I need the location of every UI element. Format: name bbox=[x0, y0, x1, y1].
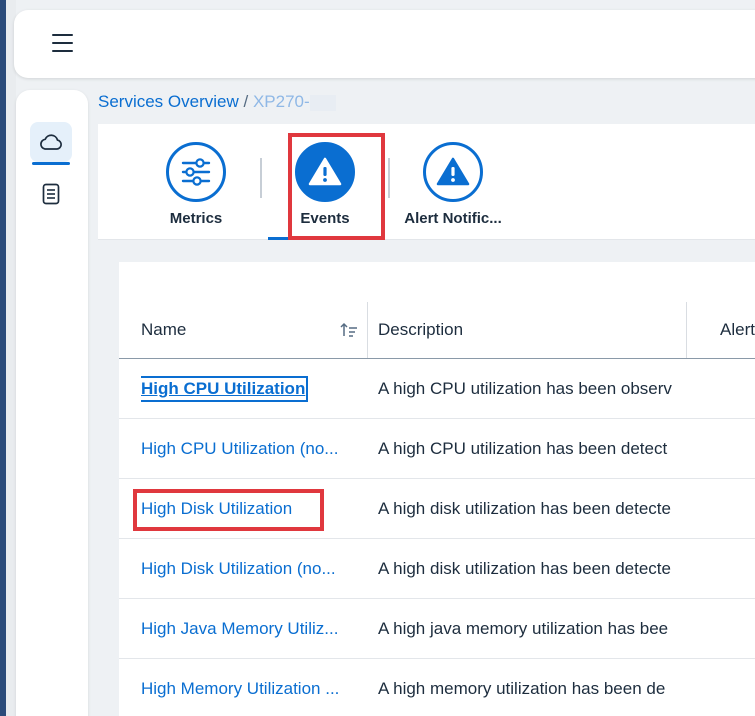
event-description: A high CPU utilization has been observ bbox=[378, 378, 672, 398]
sliders-icon bbox=[181, 158, 211, 186]
nav-item-document[interactable] bbox=[30, 174, 72, 214]
breadcrumb-link-services-overview[interactable]: Services Overview bbox=[98, 92, 239, 111]
column-header-description[interactable]: Description bbox=[378, 302, 463, 358]
tab-events[interactable]: Events bbox=[260, 138, 390, 228]
warning-icon bbox=[308, 157, 342, 186]
breadcrumb: Services Overview / XP270- bbox=[98, 92, 336, 112]
event-name-link[interactable]: High Memory Utilization ... bbox=[141, 659, 361, 716]
document-icon bbox=[42, 183, 60, 205]
event-name-link[interactable]: High CPU Utilization bbox=[141, 359, 361, 418]
table-row[interactable]: High Disk Utilization (no... A high disk… bbox=[119, 539, 755, 599]
tab-events-label: Events bbox=[300, 210, 350, 227]
table-row[interactable]: High Java Memory Utiliz... A high java m… bbox=[119, 599, 755, 659]
column-header-alert[interactable]: Alert bbox=[720, 302, 755, 358]
table-row[interactable]: High CPU Utilization A high CPU utilizat… bbox=[119, 359, 755, 419]
tab-alert-notifications[interactable]: Alert Notific... bbox=[388, 138, 518, 228]
table-row[interactable]: High CPU Utilization (no... A high CPU u… bbox=[119, 419, 755, 479]
event-name-link[interactable]: High CPU Utilization (no... bbox=[141, 419, 361, 478]
table-row[interactable]: High Memory Utilization ... A high memor… bbox=[119, 659, 755, 716]
cloud-icon bbox=[40, 134, 62, 150]
warning-icon bbox=[436, 157, 470, 186]
event-name-link[interactable]: High Java Memory Utiliz... bbox=[141, 599, 361, 658]
tab-metrics-circle bbox=[166, 142, 226, 202]
nav-item-cloud[interactable] bbox=[30, 122, 72, 165]
hamburger-menu-icon[interactable] bbox=[52, 34, 74, 54]
event-description: A high CPU utilization has been detect bbox=[378, 438, 668, 458]
icon-tab-bar: Metrics Events Alert Notific... bbox=[98, 124, 755, 240]
event-name-link[interactable]: High Disk Utilization (no... bbox=[141, 539, 361, 598]
event-description: A high disk utilization has been detecte bbox=[378, 498, 671, 518]
event-description: A high disk utilization has been detecte bbox=[378, 558, 671, 578]
breadcrumb-current: XP270- bbox=[252, 92, 310, 111]
tab-events-circle bbox=[295, 142, 355, 202]
table-header: Name Description Alert bbox=[119, 302, 755, 359]
selected-tab-indicator bbox=[268, 237, 378, 240]
tab-alert-circle bbox=[423, 142, 483, 202]
column-header-name[interactable]: Name bbox=[141, 302, 186, 358]
event-name-link[interactable]: High Disk Utilization bbox=[141, 479, 361, 538]
redacted-block bbox=[309, 94, 336, 111]
tab-alert-notifications-label: Alert Notific... bbox=[404, 210, 502, 227]
events-table: Name Description Alert High CPU Utilizat… bbox=[119, 262, 755, 716]
event-description: A high memory utilization has been de bbox=[378, 678, 666, 698]
table-row[interactable]: High Disk Utilization A high disk utiliz… bbox=[119, 479, 755, 539]
tab-metrics[interactable]: Metrics bbox=[131, 138, 261, 228]
event-description: A high java memory utilization has bee bbox=[378, 618, 669, 638]
shell-bar: C bbox=[14, 10, 755, 78]
column-divider[interactable] bbox=[686, 302, 687, 358]
side-navigation bbox=[16, 90, 88, 716]
window-edge-inner bbox=[6, 0, 16, 716]
tab-metrics-label: Metrics bbox=[169, 210, 223, 227]
column-divider[interactable] bbox=[367, 302, 368, 358]
breadcrumb-separator: / bbox=[243, 92, 249, 111]
sort-ascending-icon[interactable] bbox=[340, 322, 358, 338]
